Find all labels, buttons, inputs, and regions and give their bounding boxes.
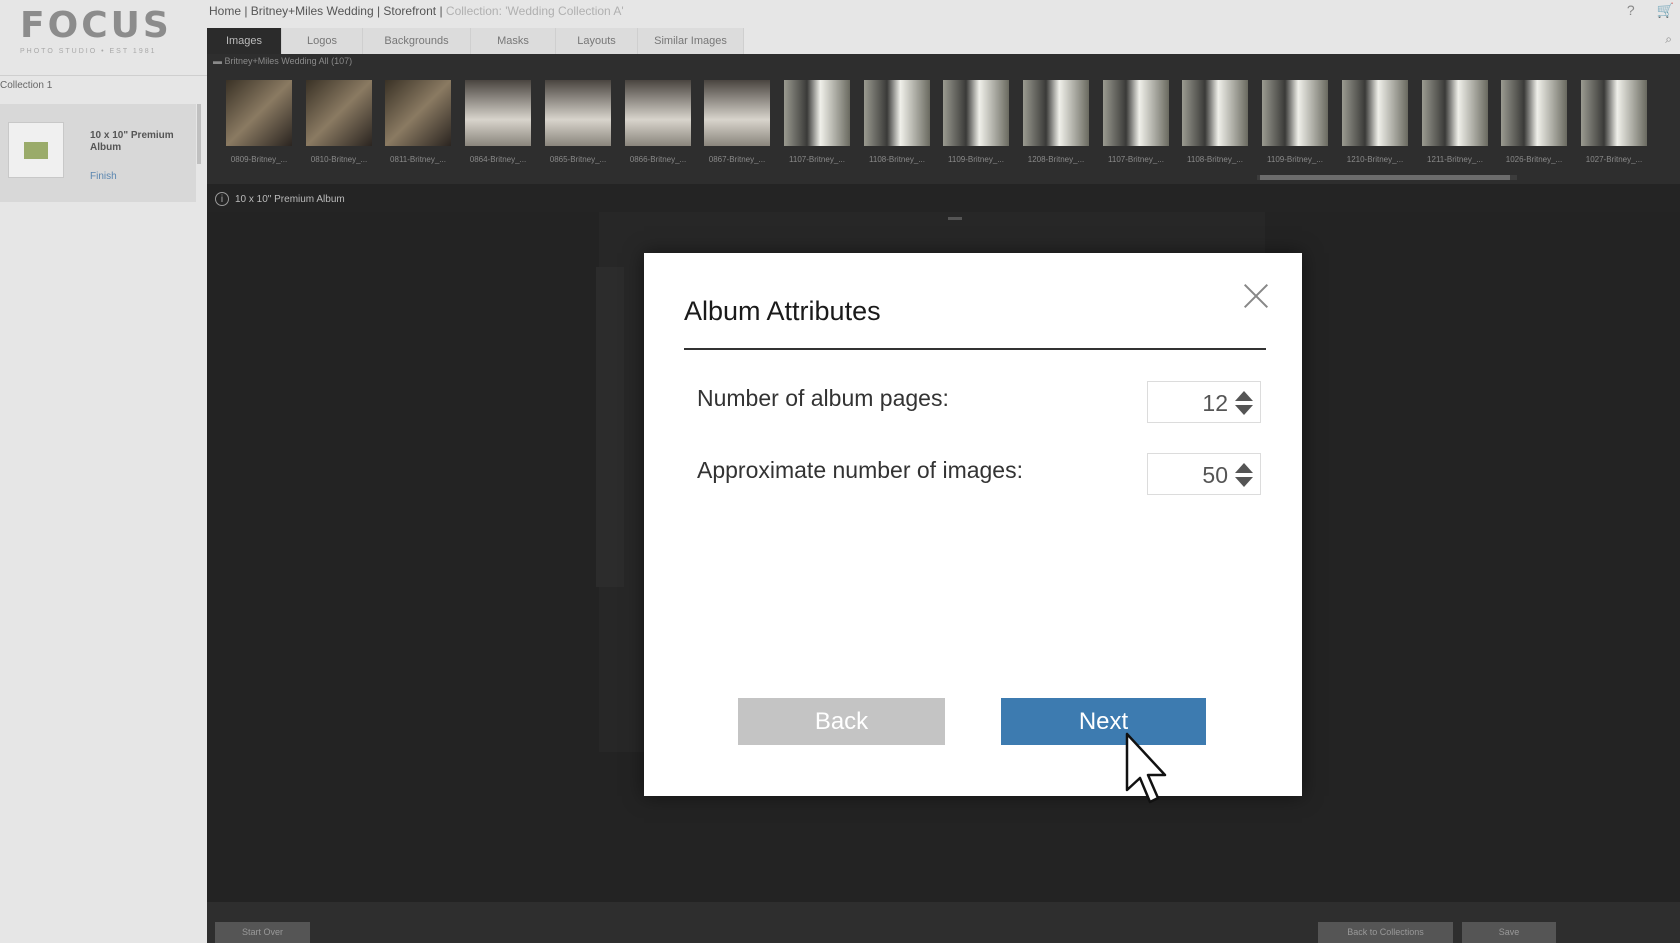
- album-pages-label: Number of album pages:: [697, 385, 949, 411]
- title-divider: [684, 348, 1266, 350]
- dialog-title: Album Attributes: [684, 296, 881, 326]
- album-attributes-dialog: Album Attributes Number of album pages: …: [644, 253, 1302, 796]
- mouse-pointer-icon: [1125, 732, 1167, 804]
- album-pages-value[interactable]: 12: [1202, 390, 1228, 417]
- image-count-stepper[interactable]: 50: [1147, 453, 1261, 495]
- app-window: FOCUS PHOTO STUDIO • EST 1981 Collection…: [0, 0, 1680, 943]
- album-pages-stepper[interactable]: 12: [1147, 381, 1261, 423]
- decrement-icon[interactable]: [1235, 477, 1253, 487]
- next-button[interactable]: Next: [1001, 698, 1206, 745]
- decrement-icon[interactable]: [1235, 405, 1253, 415]
- modal-overlay: Album Attributes Number of album pages: …: [0, 0, 1680, 943]
- image-count-value[interactable]: 50: [1202, 462, 1228, 489]
- increment-icon[interactable]: [1235, 391, 1253, 401]
- close-icon[interactable]: [1241, 280, 1271, 310]
- increment-icon[interactable]: [1235, 463, 1253, 473]
- image-count-label: Approximate number of images:: [697, 457, 1023, 483]
- back-button[interactable]: Back: [738, 698, 945, 745]
